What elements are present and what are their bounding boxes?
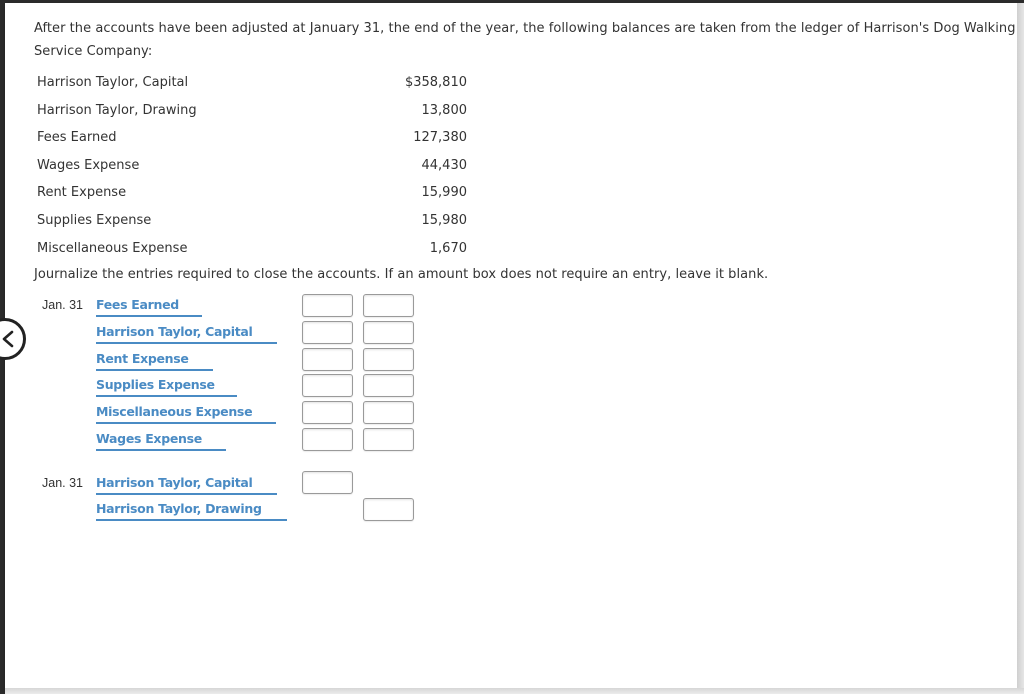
debit-input[interactable]	[302, 348, 353, 371]
ledger-amount: 15,980	[421, 213, 468, 228]
entry-date: Jan. 31	[42, 298, 84, 312]
debit-input[interactable]	[302, 321, 353, 344]
ledger-row: Harrison Taylor, Capital $358,810	[37, 69, 467, 97]
scrollbar-track[interactable]	[1017, 3, 1024, 694]
ledger-account: Miscellaneous Expense	[37, 240, 188, 256]
question-page: After the accounts have been adjusted at…	[5, 3, 1017, 690]
ledger-account: Harrison Taylor, Capital	[37, 75, 189, 90]
account-select-harrison-taylor-drawing[interactable]: Harrison Taylor, Drawing	[96, 501, 287, 521]
account-select-rent-expense[interactable]: Rent Expense	[96, 351, 213, 371]
ledger-amount: 1,670	[429, 240, 467, 256]
ledger-amount: 127,380	[413, 130, 467, 146]
debit-input[interactable]	[302, 374, 353, 397]
debit-input[interactable]	[302, 294, 353, 317]
ledger-account: Fees Earned	[37, 130, 117, 146]
ledger-account: Rent Expense	[37, 185, 127, 201]
account-select-supplies-expense[interactable]: Supplies Expense	[96, 377, 237, 397]
account-select-miscellaneous-expense[interactable]: Miscellaneous Expense	[96, 404, 276, 424]
ledger-row: Harrison Taylor, Drawing 13,800	[37, 97, 467, 125]
debit-input[interactable]	[302, 428, 353, 451]
ledger-row: Miscellaneous Expense 1,670	[37, 235, 467, 263]
ledger-amount: 13,800	[421, 102, 468, 118]
account-select-harrison-taylor-capital[interactable]: Harrison Taylor, Capital	[96, 475, 277, 495]
ledger-amount: $358,810	[404, 75, 467, 90]
credit-input[interactable]	[363, 498, 414, 521]
entry-date: Jan. 31	[42, 476, 84, 490]
credit-input[interactable]	[363, 321, 414, 344]
ledger-amount: 44,430	[421, 157, 468, 173]
credit-input[interactable]	[363, 401, 414, 424]
ledger-row: Wages Expense 44,430	[37, 152, 467, 180]
instruction-text: Journalize the entries required to close…	[34, 267, 769, 282]
ledger-account: Supplies Expense	[37, 213, 152, 228]
account-select-fees-earned[interactable]: Fees Earned	[96, 297, 202, 317]
ledger-account: Harrison Taylor, Drawing	[37, 102, 197, 118]
account-select-wages-expense[interactable]: Wages Expense	[96, 431, 226, 451]
credit-input[interactable]	[363, 428, 414, 451]
debit-input[interactable]	[302, 401, 353, 424]
page-bottom-edge	[5, 688, 1024, 694]
credit-input[interactable]	[363, 348, 414, 371]
ledger-row: Fees Earned 127,380	[37, 124, 467, 152]
ledger-row: Rent Expense 15,990	[37, 179, 467, 207]
ledger-amount: 15,990	[421, 185, 468, 201]
credit-input[interactable]	[363, 374, 414, 397]
credit-input[interactable]	[363, 294, 414, 317]
chevron-left-icon	[2, 330, 14, 348]
ledger-row: Supplies Expense 15,980	[37, 207, 467, 235]
account-select-harrison-taylor-capital[interactable]: Harrison Taylor, Capital	[96, 324, 277, 344]
ledger-account: Wages Expense	[37, 157, 140, 173]
problem-intro: After the accounts have been adjusted at…	[34, 21, 1016, 59]
debit-input[interactable]	[302, 471, 353, 494]
